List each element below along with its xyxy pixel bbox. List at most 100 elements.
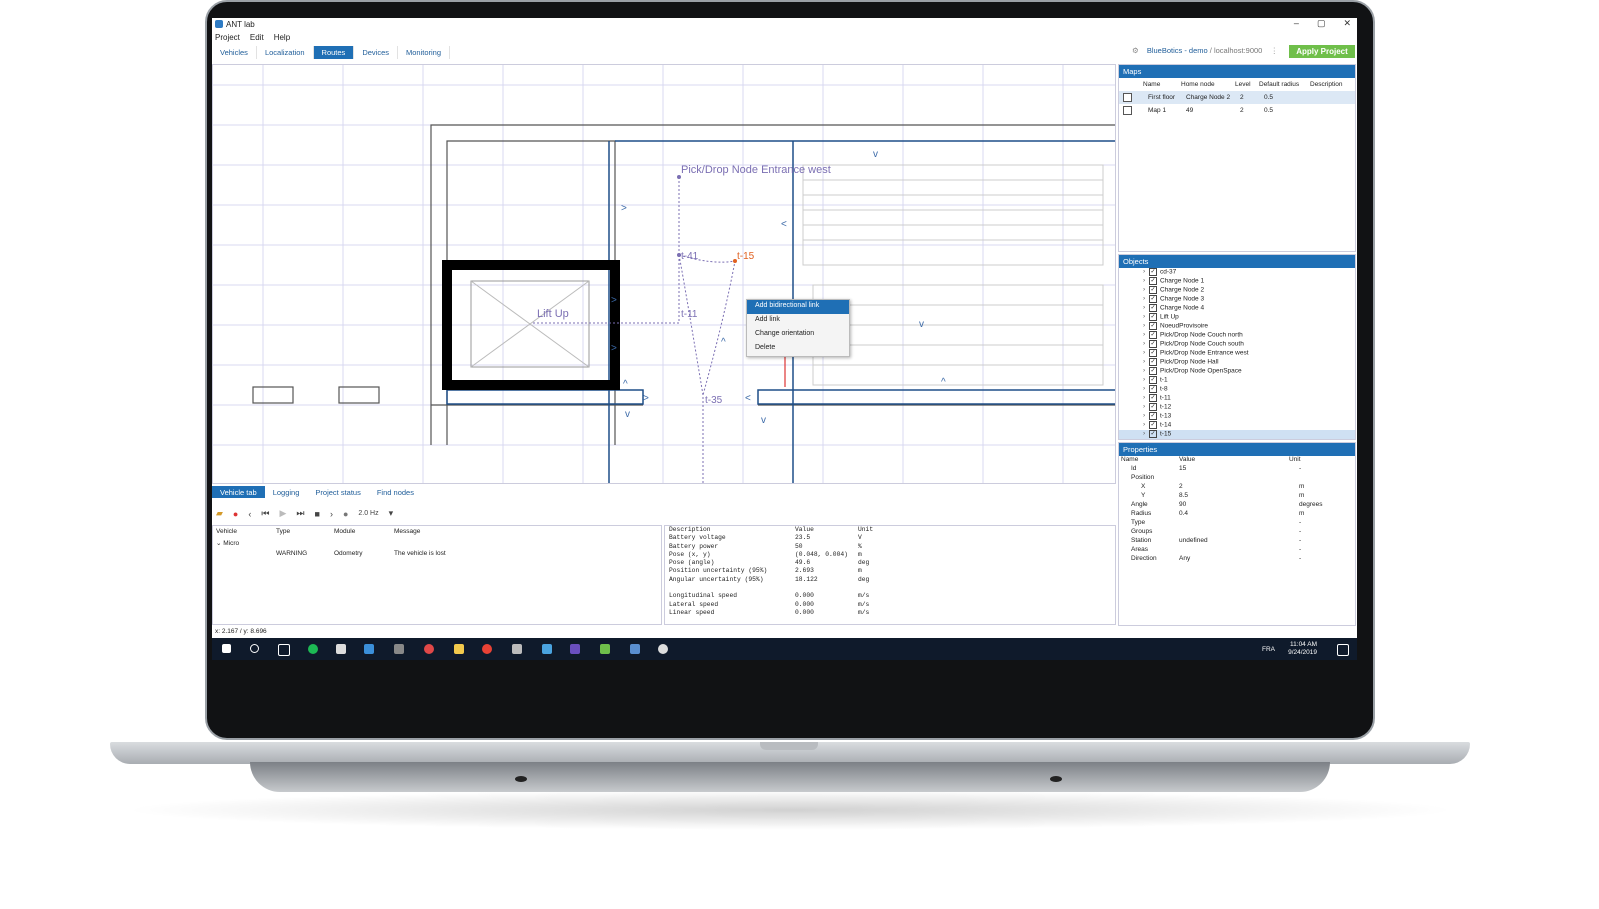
- gear-icon[interactable]: ⚙: [1132, 46, 1139, 55]
- log-group[interactable]: ⌄ Micro: [213, 537, 661, 548]
- object-checkbox[interactable]: ✓: [1149, 286, 1157, 294]
- app-icon[interactable]: [600, 644, 610, 654]
- list-item[interactable]: › ✓ t-11: [1119, 394, 1355, 403]
- task-view-icon[interactable]: [278, 644, 290, 656]
- list-item[interactable]: › ✓ Lift Up: [1119, 313, 1355, 322]
- maximize-button[interactable]: ▢: [1317, 18, 1326, 29]
- list-item[interactable]: › ✓ Pick/Drop Node Couch south: [1119, 340, 1355, 349]
- property-row[interactable]: X 2 m: [1119, 483, 1355, 492]
- more-icon[interactable]: ⋮: [1270, 46, 1278, 55]
- list-item[interactable]: › ✓ Pick/Drop Node Hall: [1119, 358, 1355, 367]
- minimize-button[interactable]: –: [1294, 18, 1299, 29]
- property-row[interactable]: Radius 0.4 m: [1119, 510, 1355, 519]
- fast-forward-icon[interactable]: ⏭: [296, 508, 304, 519]
- object-checkbox[interactable]: ✓: [1149, 421, 1157, 429]
- list-item[interactable]: › ✓ t-8: [1119, 385, 1355, 394]
- clock[interactable]: 11:04 AM 9/24/2019: [1288, 641, 1317, 657]
- pin-icon[interactable]: ●: [233, 509, 238, 519]
- object-checkbox[interactable]: ✓: [1149, 394, 1157, 402]
- list-item[interactable]: › ✓ t-1: [1119, 376, 1355, 385]
- chevron-right-icon[interactable]: ›: [1143, 376, 1145, 383]
- app-icon[interactable]: [424, 644, 434, 654]
- chevron-right-icon[interactable]: ›: [1143, 421, 1145, 428]
- object-checkbox[interactable]: ✓: [1149, 304, 1157, 312]
- menu-help[interactable]: Help: [274, 33, 290, 42]
- app-icon[interactable]: [364, 644, 374, 654]
- app-icon[interactable]: [658, 644, 668, 654]
- property-row[interactable]: Station undefined -: [1119, 537, 1355, 546]
- skip-back-icon[interactable]: ⏮: [261, 508, 269, 519]
- list-item[interactable]: › ✓ t-12: [1119, 403, 1355, 412]
- tab-project-status[interactable]: Project status: [307, 486, 368, 498]
- map-row[interactable]: Map 1 49 2 0.5: [1119, 104, 1355, 117]
- menu-add-bidirectional-link[interactable]: Add bidirectional link: [747, 300, 849, 314]
- list-item[interactable]: › ✓ Pick/Drop Node Couch north: [1119, 331, 1355, 340]
- folder-icon[interactable]: [454, 644, 464, 654]
- app-icon[interactable]: [570, 644, 580, 654]
- object-checkbox[interactable]: ✓: [1149, 403, 1157, 411]
- chevron-right-icon[interactable]: ›: [1143, 385, 1145, 392]
- object-checkbox[interactable]: ✓: [1149, 313, 1157, 321]
- map-checkbox[interactable]: [1123, 106, 1132, 115]
- list-item[interactable]: › ✓ Pick/Drop Node Entrance west: [1119, 349, 1355, 358]
- chrome-icon[interactable]: [482, 644, 492, 654]
- object-checkbox[interactable]: ✓: [1149, 322, 1157, 330]
- table-row[interactable]: WARNING Odometry The vehicle is lost: [213, 548, 661, 559]
- menu-edit[interactable]: Edit: [250, 33, 264, 42]
- app-icon[interactable]: [336, 644, 346, 654]
- app-icon[interactable]: [394, 644, 404, 654]
- chevron-right-icon[interactable]: ›: [1143, 403, 1145, 410]
- search-icon[interactable]: [250, 644, 259, 653]
- tab-routes[interactable]: Routes: [313, 46, 355, 59]
- antlab-taskbar-icon[interactable]: [630, 644, 640, 654]
- chevron-right-icon[interactable]: ›: [1143, 358, 1145, 365]
- menu-add-link[interactable]: Add link: [747, 314, 849, 328]
- record-icon[interactable]: ●: [343, 509, 348, 519]
- object-checkbox[interactable]: ✓: [1149, 349, 1157, 357]
- list-item[interactable]: › ✓ Charge Node 4: [1119, 304, 1355, 313]
- object-checkbox[interactable]: ✓: [1149, 367, 1157, 375]
- property-row[interactable]: Groups -: [1119, 528, 1355, 537]
- property-row[interactable]: Id 15 -: [1119, 465, 1355, 474]
- notifications-icon[interactable]: [1337, 644, 1349, 656]
- apply-project-button[interactable]: Apply Project: [1289, 45, 1355, 58]
- property-row[interactable]: Direction Any -: [1119, 555, 1355, 564]
- tab-localization[interactable]: Localization: [257, 46, 314, 59]
- object-checkbox[interactable]: ✓: [1149, 358, 1157, 366]
- object-checkbox[interactable]: ✓: [1149, 340, 1157, 348]
- list-item[interactable]: › ✓ Charge Node 2: [1119, 286, 1355, 295]
- chevron-right-icon[interactable]: ›: [1143, 331, 1145, 338]
- tab-monitoring[interactable]: Monitoring: [398, 46, 451, 59]
- chevron-right-icon[interactable]: ›: [1143, 322, 1145, 329]
- language-indicator[interactable]: FRA: [1262, 646, 1275, 653]
- spotify-icon[interactable]: [308, 644, 318, 654]
- stop-icon[interactable]: ■: [315, 509, 320, 519]
- list-item[interactable]: › ✓ cd-37: [1119, 268, 1355, 277]
- chevron-right-icon[interactable]: ›: [1143, 295, 1145, 302]
- chevron-right-icon[interactable]: ›: [1143, 340, 1145, 347]
- list-item[interactable]: › ✓ Pick/Drop Node OpenSpace: [1119, 367, 1355, 376]
- tab-logging[interactable]: Logging: [265, 486, 308, 498]
- chevron-right-icon[interactable]: ›: [1143, 268, 1145, 275]
- chevron-right-icon[interactable]: ›: [1143, 430, 1145, 437]
- chevron-right-icon[interactable]: ›: [1143, 367, 1145, 374]
- previous-icon[interactable]: ‹: [248, 509, 251, 519]
- close-button[interactable]: ✕: [1343, 18, 1351, 29]
- app-icon[interactable]: [542, 644, 552, 654]
- list-item[interactable]: › ✓ t-14: [1119, 421, 1355, 430]
- rate-dropdown-icon[interactable]: ▾: [389, 508, 394, 519]
- list-item[interactable]: › ✓ Charge Node 3: [1119, 295, 1355, 304]
- chevron-right-icon[interactable]: ›: [1143, 304, 1145, 311]
- object-checkbox[interactable]: ✓: [1149, 430, 1157, 438]
- next-icon[interactable]: ›: [330, 509, 333, 519]
- tab-devices[interactable]: Devices: [354, 46, 398, 59]
- chevron-right-icon[interactable]: ›: [1143, 349, 1145, 356]
- object-checkbox[interactable]: ✓: [1149, 268, 1157, 276]
- map-checkbox[interactable]: [1123, 93, 1132, 102]
- tab-find-nodes[interactable]: Find nodes: [369, 486, 422, 498]
- tab-vehicle[interactable]: Vehicle tab: [212, 486, 265, 498]
- app-icon[interactable]: [512, 644, 522, 654]
- chevron-right-icon[interactable]: ›: [1143, 394, 1145, 401]
- chevron-right-icon[interactable]: ›: [1143, 313, 1145, 320]
- tab-vehicles[interactable]: Vehicles: [212, 46, 257, 59]
